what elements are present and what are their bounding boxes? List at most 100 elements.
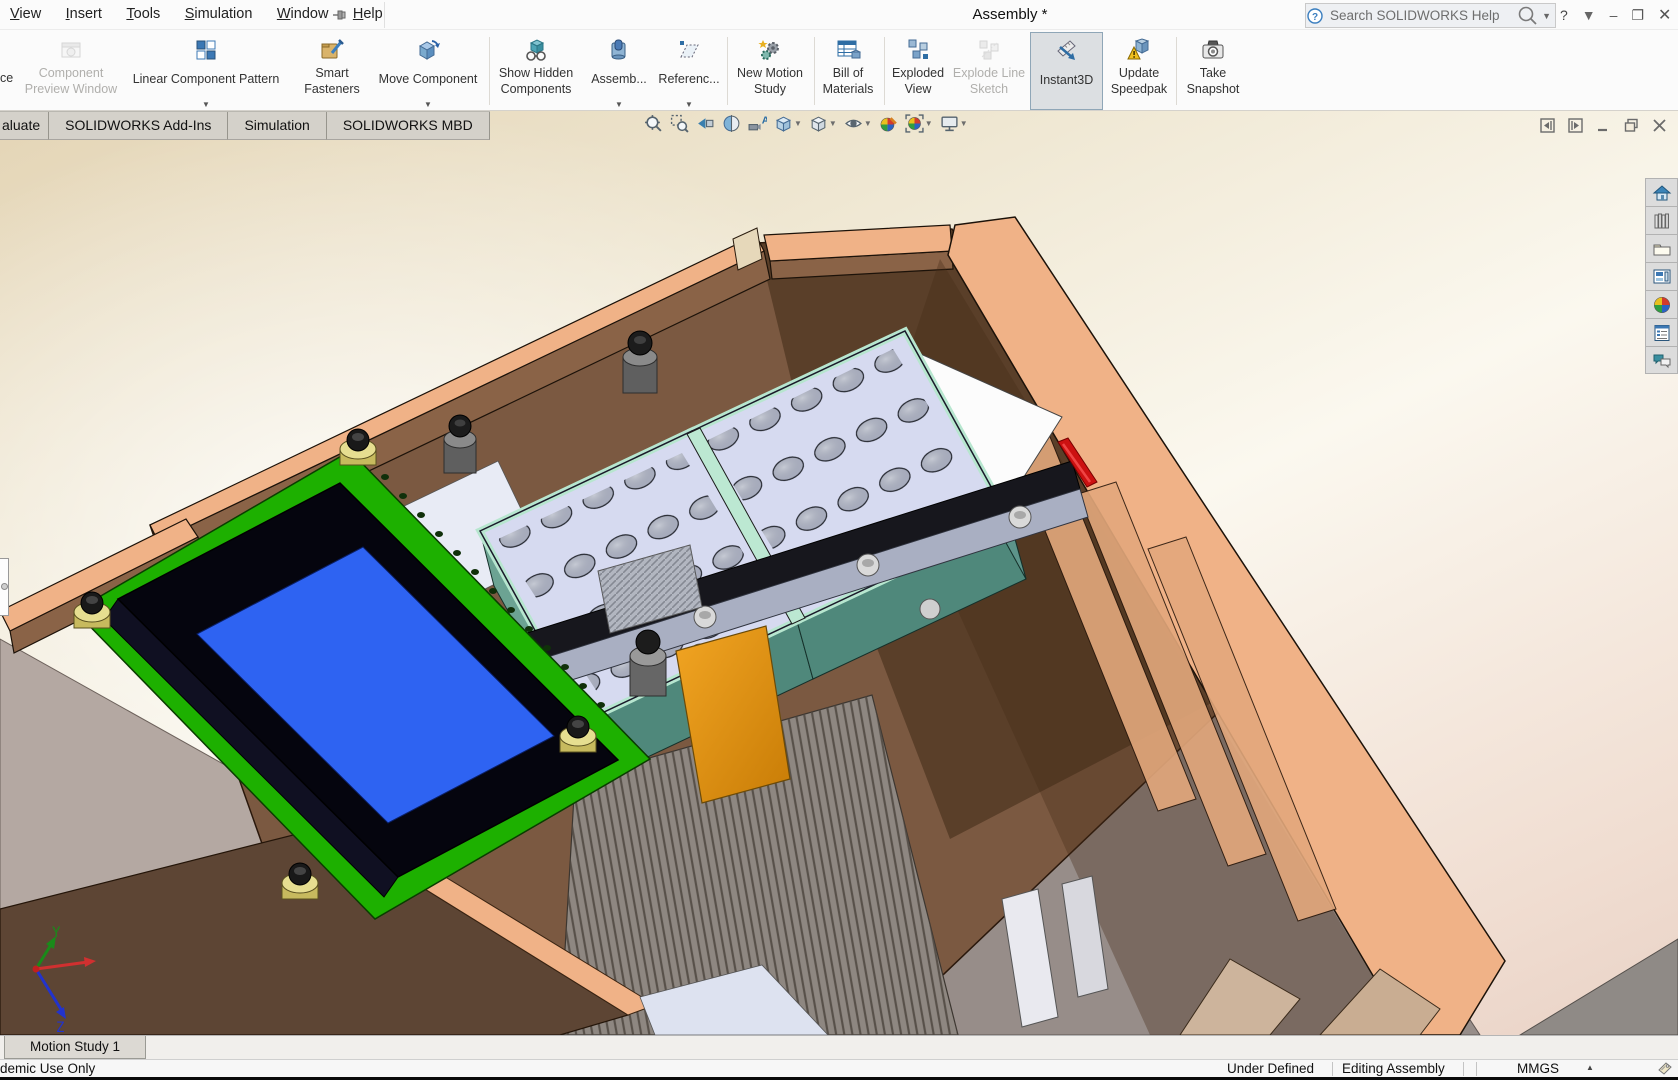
unit-caret-icon[interactable]: ▲	[1586, 1063, 1594, 1072]
solidworks-forum-tab[interactable]	[1645, 346, 1678, 374]
assembly-features-button[interactable]: Assemb... ▼	[590, 33, 648, 109]
dropdown-caret-icon[interactable]: ▼	[925, 119, 933, 128]
ribbon-separator	[1176, 37, 1177, 105]
move-component-button[interactable]: Move Component ▼	[372, 33, 484, 109]
chat-bubbles-icon	[1652, 350, 1672, 370]
tab-solidworks-add-ins[interactable]: SOLIDWORKS Add-Ins	[49, 112, 228, 140]
section-view-icon[interactable]	[722, 114, 741, 133]
view-orientation-icon[interactable]: ▼	[774, 114, 802, 133]
close-document-icon[interactable]	[1652, 118, 1667, 133]
smart-fasteners-icon	[300, 33, 364, 63]
search-input[interactable]: ? Search SOLIDWORKS Help ▼	[1305, 3, 1556, 28]
dropdown-caret-icon[interactable]: ▼	[658, 100, 720, 109]
assembly-3d-model[interactable]: Y Z	[0, 139, 1678, 1035]
update-speedpak-button[interactable]: Update Speedpak	[1107, 33, 1171, 109]
minimize-document-icon[interactable]	[1596, 118, 1611, 133]
menu-view[interactable]: View	[0, 0, 51, 22]
menu-simulation[interactable]: Simulation	[175, 0, 263, 22]
svg-text:?: ?	[1312, 12, 1318, 23]
instant3d-button[interactable]: Instant3D	[1030, 32, 1103, 110]
menubar-divider	[384, 2, 385, 28]
command-manager-ribbon: ce Component Preview Window Linear Compo…	[0, 31, 1678, 111]
reference-geometry-button[interactable]: Referenc... ▼	[658, 33, 720, 109]
solidworks-resources-tab[interactable]	[1645, 178, 1678, 206]
search-icon[interactable]	[1516, 4, 1540, 28]
reference-geometry-icon	[658, 33, 720, 63]
assembly-features-icon	[590, 33, 648, 63]
dropdown-caret-icon[interactable]: ▼	[864, 119, 872, 128]
menu-help[interactable]: Help	[343, 0, 393, 22]
next-pane-icon[interactable]	[1568, 118, 1583, 133]
study-tabs-bar: Motion Study 1	[0, 1035, 1678, 1059]
window-title: Assembly *	[930, 6, 1090, 23]
custom-properties-tab[interactable]	[1645, 318, 1678, 346]
view-palette-tab[interactable]	[1645, 262, 1678, 290]
dropdown-caret-icon[interactable]: ▼	[120, 100, 292, 109]
pin-menu-icon[interactable]	[332, 7, 348, 28]
take-snapshot-icon	[1179, 33, 1247, 63]
zoom-to-fit-icon[interactable]	[644, 114, 663, 133]
edit-appearance-icon[interactable]	[879, 114, 898, 133]
component-preview-window-button: Component Preview Window	[24, 33, 118, 109]
appearances-ball-icon	[1652, 295, 1672, 315]
dropdown-caret-icon[interactable]: ▼	[590, 100, 648, 109]
tab-simulation[interactable]: Simulation	[228, 112, 326, 140]
design-library-tab[interactable]	[1645, 206, 1678, 234]
show-hidden-components-button[interactable]: Show Hidden Components	[492, 33, 580, 109]
view-palette-icon	[1652, 267, 1672, 287]
tab-solidworks-mbd[interactable]: SOLIDWORKS MBD	[327, 112, 490, 140]
feature-manager-flyout-handle[interactable]	[0, 558, 9, 616]
dropdown-caret-icon[interactable]: ▼	[960, 119, 968, 128]
minimize-button[interactable]: –	[1610, 7, 1618, 23]
view-settings-icon[interactable]: ▼	[940, 114, 968, 133]
search-dropdown-icon[interactable]: ▼	[1542, 11, 1551, 21]
take-snapshot-button[interactable]: Take Snapshot	[1179, 33, 1247, 109]
menu-insert[interactable]: Insert	[56, 0, 112, 22]
exploded-view-button[interactable]: Exploded View	[887, 33, 949, 109]
status-separator	[1332, 1062, 1333, 1076]
previous-pane-icon[interactable]	[1540, 118, 1555, 133]
help-button[interactable]: ?	[1560, 7, 1568, 23]
appearances-tab[interactable]	[1645, 290, 1678, 318]
graphics-viewport[interactable]: Y Z A ▼ ▼ ▼ ▼ ▼	[0, 111, 1678, 1035]
new-motion-study-button[interactable]: New Motion Study	[730, 33, 810, 109]
dropdown-caret-icon[interactable]: ▼	[794, 119, 802, 128]
application-window-chrome: View Insert Tools Simulation Window Help…	[0, 0, 1678, 111]
show-hidden-components-icon	[492, 33, 580, 63]
close-button[interactable]: ✕	[1658, 5, 1671, 25]
motion-study-tab[interactable]: Motion Study 1	[4, 1036, 146, 1059]
constraint-status: Under Defined	[1227, 1061, 1314, 1076]
explode-line-sketch-icon	[952, 33, 1026, 63]
previous-view-icon[interactable]	[696, 114, 715, 133]
task-pane	[1645, 178, 1678, 374]
explode-line-sketch-button: Explode Line Sketch	[952, 33, 1026, 109]
editing-mode-status: Editing Assembly	[1342, 1061, 1445, 1076]
books-icon	[1652, 211, 1672, 231]
linear-component-pattern-button[interactable]: Linear Component Pattern ▼	[120, 33, 292, 109]
menu-window[interactable]: Window	[267, 0, 339, 22]
restore-button[interactable]: ❐	[1631, 7, 1644, 24]
hide-show-items-icon[interactable]: ▼	[844, 114, 872, 133]
component-preview-window-icon	[24, 33, 118, 63]
back-right-wall[interactable]	[764, 225, 953, 279]
status-separator	[1463, 1062, 1464, 1076]
ribbon-separator	[814, 37, 815, 105]
restore-document-icon[interactable]	[1624, 118, 1639, 133]
smart-fasteners-button[interactable]: Smart Fasteners	[300, 33, 364, 109]
help-dropdown-icon[interactable]: ▼	[1582, 7, 1596, 23]
move-component-icon	[372, 33, 484, 63]
status-separator	[1476, 1062, 1477, 1076]
apply-scene-icon[interactable]: ▼	[905, 114, 933, 133]
annotation-view-icon[interactable]: A	[748, 114, 767, 133]
unit-system-selector[interactable]: MMGS	[1517, 1061, 1559, 1076]
file-explorer-tab[interactable]	[1645, 234, 1678, 262]
display-style-icon[interactable]: ▼	[809, 114, 837, 133]
svg-text:A: A	[762, 115, 767, 127]
menu-tools[interactable]: Tools	[116, 0, 170, 22]
tab-evaluate-clipped[interactable]: aluate	[0, 112, 49, 140]
dropdown-caret-icon[interactable]: ▼	[829, 119, 837, 128]
bill-of-materials-button[interactable]: Bill of Materials	[817, 33, 879, 109]
zoom-to-area-icon[interactable]	[670, 114, 689, 133]
search-placeholder: Search SOLIDWORKS Help	[1330, 8, 1516, 23]
dropdown-caret-icon[interactable]: ▼	[372, 100, 484, 109]
